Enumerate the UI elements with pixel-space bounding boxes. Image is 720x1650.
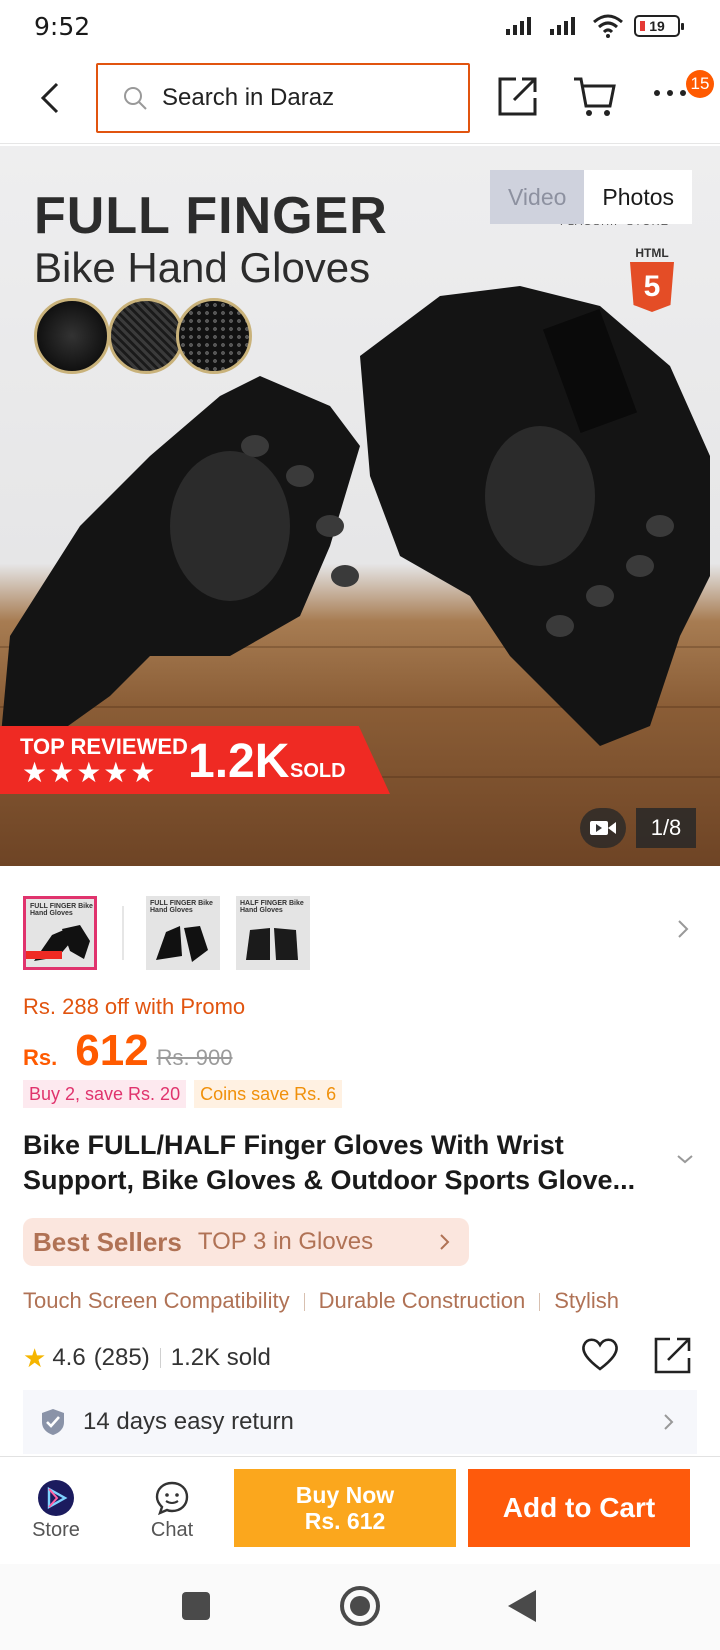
top-header: Search in Daraz 15 [0,54,720,144]
chevron-right-icon [678,920,689,938]
price-row: Rs. 612 Rs. 900 [23,1026,233,1076]
hero-title-line1: FULL FINGER [34,187,388,245]
thumbnail-1[interactable]: FULL FINGER Bike Hand Gloves [23,896,97,970]
returns-text: 14 days easy return [83,1408,294,1435]
cellular-signal-icon [506,17,531,35]
share-icon [654,1337,691,1374]
home-button[interactable] [340,1586,380,1626]
cart-button[interactable] [572,74,618,118]
thumbnail-gloves-image [156,926,208,962]
share-icon [498,77,537,116]
share-button[interactable] [496,74,540,118]
bottom-action-bar: Store Chat Buy Now Rs. 612 Add to Cart [0,1456,720,1564]
expand-title-button[interactable] [676,1152,694,1170]
chevron-down-icon [677,1155,693,1164]
image-counter: 1/8 [636,808,696,848]
chat-icon [155,1481,189,1516]
html5-label: HTML [635,246,669,260]
recents-button[interactable] [182,1592,210,1620]
chevron-right-icon [664,1414,674,1430]
best-sellers-banner[interactable]: Best Sellers TOP 3 in Gloves [23,1218,469,1266]
status-icons: 19 [504,14,684,38]
back-arrow-icon [40,82,59,114]
feature-divider [539,1293,541,1312]
best-sellers-label: Best Sellers [33,1226,182,1257]
feature-tags: Touch Screen Compatibility Durable Constr… [23,1288,720,1322]
wishlist-button[interactable] [580,1336,620,1376]
shield-check-icon [42,1409,64,1435]
buy-now-price: Rs. 612 [304,1508,386,1534]
price-currency: Rs. [23,1045,58,1070]
battery-icon: 19 [634,15,684,37]
feature-divider [303,1293,305,1312]
thumbnail-3[interactable]: HALF FINGER Bike Hand Gloves [236,896,310,970]
play-video-button[interactable] [580,808,626,848]
feature-tag: Stylish [554,1288,620,1313]
original-price: Rs. 900 [156,1045,233,1070]
feature-tag: Durable Construction [318,1288,526,1313]
rating-value: 4.6 [52,1344,86,1371]
product-title: Bike FULL/HALF Finger Gloves With Wrist … [23,1130,636,1195]
buy-now-label: Buy Now [295,1482,395,1508]
feature-tag: Touch Screen Compatibility [23,1288,290,1313]
tab-video[interactable]: Video [490,170,585,224]
search-placeholder: Search in Daraz [162,84,335,111]
best-sellers-rank: TOP 3 in Gloves [197,1228,374,1255]
heart-icon [582,1338,618,1371]
status-bar: 9:52 19 [0,0,720,54]
thumbnail-label: FULL FINGER Bike Hand Gloves [150,900,213,914]
cart-count-badge: 15 [686,70,714,98]
search-input[interactable]: Search in Daraz [96,63,470,133]
star-icon: ★ [23,1342,47,1373]
system-back-button[interactable] [508,1590,536,1622]
cart-icon [574,77,616,116]
more-dots-icon [654,90,686,96]
thumbnail-label: HALF FINGER Bike Hand Gloves [240,900,304,914]
coins-chip[interactable]: Coins save Rs. 6 [194,1080,343,1108]
thumbnail-divider [122,906,124,960]
sold-count: 1.2K sold [170,1344,271,1371]
chat-label: Chat [150,1519,194,1541]
status-time: 9:52 [34,12,91,41]
store-logo-icon [38,1480,74,1516]
promo-discount-text[interactable]: Rs. 288 off with Promo [23,994,245,1020]
share-product-button[interactable] [652,1334,694,1376]
store-button[interactable]: Store [16,1479,96,1542]
thumbnail-ribbon [26,951,62,959]
wifi-icon [593,14,623,38]
system-nav-bar [0,1564,720,1650]
top-reviewed-ribbon: TOP REVIEWED ★★★★★ 1.2K SOLD [0,726,390,794]
review-count: (285) [93,1344,150,1371]
chat-button[interactable]: Chat [132,1479,212,1542]
product-image-carousel[interactable]: FULL FINGER Bike Hand Gloves FLAGSHIP ST… [0,146,720,866]
video-camera-icon [590,821,616,835]
buy-now-button[interactable]: Buy Now Rs. 612 [234,1469,456,1547]
bundle-deal-chip[interactable]: Buy 2, save Rs. 20 [23,1080,187,1108]
ribbon-stars: ★★★★★ [22,757,158,788]
thumbnail-label: FULL FINGER Bike Hand Gloves [30,903,93,917]
ribbon-count: 1.2K [188,735,290,788]
search-icon [124,87,147,110]
chevron-right-icon [440,1234,450,1250]
store-label: Store [32,1519,80,1541]
thumbnail-next-button[interactable] [676,918,690,945]
media-toggle: Video Photos [490,170,693,224]
back-button[interactable] [30,76,70,120]
returns-policy-row[interactable]: 14 days easy return [23,1390,697,1454]
price-amount: 612 [75,1026,149,1075]
add-to-cart-button[interactable]: Add to Cart [468,1469,690,1547]
thumbnail-gloves-image [246,928,298,960]
ribbon-sold: SOLD [290,760,346,782]
gloves-image [0,286,710,746]
cellular-signal-2-icon [550,17,575,35]
rating-row[interactable]: ★ 4.6 (285) 1.2K sold [23,1338,271,1378]
rating-divider [159,1348,161,1368]
promo-chips: Buy 2, save Rs. 20 Coins save Rs. 6 [23,1080,343,1108]
thumbnail-2[interactable]: FULL FINGER Bike Hand Gloves [146,896,220,970]
thumbnail-strip: FULL FINGER Bike Hand Gloves FULL FINGER… [0,892,720,972]
tab-photos[interactable]: Photos [584,170,693,224]
